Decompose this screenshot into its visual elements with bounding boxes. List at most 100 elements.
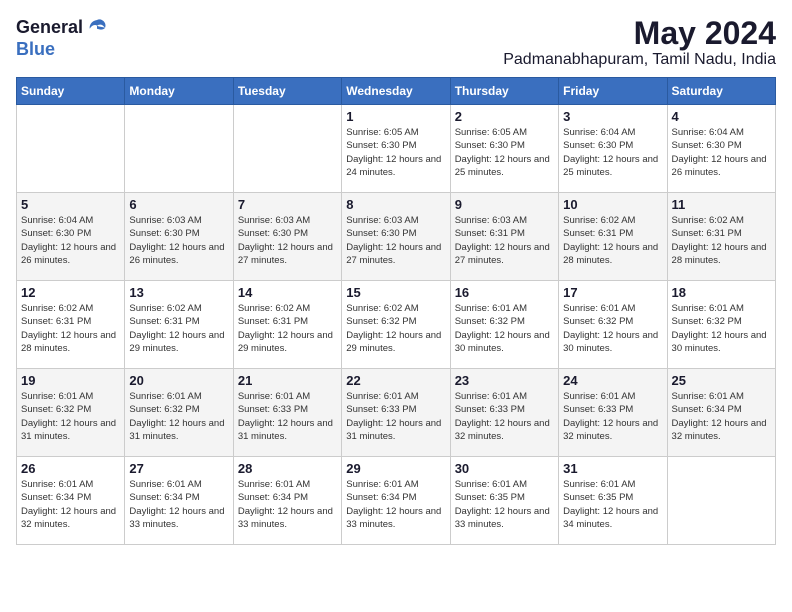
calendar-cell: 26 Sunrise: 6:01 AMSunset: 6:34 PMDaylig… bbox=[17, 457, 125, 545]
day-number: 18 bbox=[672, 285, 771, 300]
calendar-cell: 13 Sunrise: 6:02 AMSunset: 6:31 PMDaylig… bbox=[125, 281, 233, 369]
calendar-cell: 3 Sunrise: 6:04 AMSunset: 6:30 PMDayligh… bbox=[559, 105, 667, 193]
calendar-cell bbox=[17, 105, 125, 193]
day-number: 29 bbox=[346, 461, 445, 476]
day-number: 8 bbox=[346, 197, 445, 212]
calendar-cell: 16 Sunrise: 6:01 AMSunset: 6:32 PMDaylig… bbox=[450, 281, 558, 369]
day-info: Sunrise: 6:02 AMSunset: 6:31 PMDaylight:… bbox=[672, 214, 771, 267]
calendar-cell: 7 Sunrise: 6:03 AMSunset: 6:30 PMDayligh… bbox=[233, 193, 341, 281]
title-block: May 2024 Padmanabhapuram, Tamil Nadu, In… bbox=[503, 16, 776, 69]
day-number: 11 bbox=[672, 197, 771, 212]
day-info: Sunrise: 6:01 AMSunset: 6:33 PMDaylight:… bbox=[238, 390, 337, 443]
day-info: Sunrise: 6:01 AMSunset: 6:34 PMDaylight:… bbox=[672, 390, 771, 443]
day-number: 25 bbox=[672, 373, 771, 388]
page-header: General Blue May 2024 Padmanabhapuram, T… bbox=[16, 16, 776, 69]
calendar-cell: 9 Sunrise: 6:03 AMSunset: 6:31 PMDayligh… bbox=[450, 193, 558, 281]
weekday-header-friday: Friday bbox=[559, 78, 667, 105]
day-number: 24 bbox=[563, 373, 662, 388]
day-number: 23 bbox=[455, 373, 554, 388]
logo: General Blue bbox=[16, 16, 109, 60]
calendar-cell: 8 Sunrise: 6:03 AMSunset: 6:30 PMDayligh… bbox=[342, 193, 450, 281]
day-number: 7 bbox=[238, 197, 337, 212]
day-info: Sunrise: 6:01 AMSunset: 6:34 PMDaylight:… bbox=[346, 478, 445, 531]
day-number: 30 bbox=[455, 461, 554, 476]
day-number: 31 bbox=[563, 461, 662, 476]
calendar-week-row: 19 Sunrise: 6:01 AMSunset: 6:32 PMDaylig… bbox=[17, 369, 776, 457]
weekday-header-row: SundayMondayTuesdayWednesdayThursdayFrid… bbox=[17, 78, 776, 105]
day-number: 17 bbox=[563, 285, 662, 300]
day-info: Sunrise: 6:05 AMSunset: 6:30 PMDaylight:… bbox=[455, 126, 554, 179]
weekday-header-saturday: Saturday bbox=[667, 78, 775, 105]
day-number: 19 bbox=[21, 373, 120, 388]
day-info: Sunrise: 6:01 AMSunset: 6:33 PMDaylight:… bbox=[563, 390, 662, 443]
calendar-cell: 24 Sunrise: 6:01 AMSunset: 6:33 PMDaylig… bbox=[559, 369, 667, 457]
calendar-cell: 1 Sunrise: 6:05 AMSunset: 6:30 PMDayligh… bbox=[342, 105, 450, 193]
day-number: 21 bbox=[238, 373, 337, 388]
day-info: Sunrise: 6:01 AMSunset: 6:34 PMDaylight:… bbox=[238, 478, 337, 531]
day-info: Sunrise: 6:01 AMSunset: 6:35 PMDaylight:… bbox=[563, 478, 662, 531]
day-info: Sunrise: 6:04 AMSunset: 6:30 PMDaylight:… bbox=[672, 126, 771, 179]
day-number: 28 bbox=[238, 461, 337, 476]
day-info: Sunrise: 6:03 AMSunset: 6:30 PMDaylight:… bbox=[238, 214, 337, 267]
day-number: 3 bbox=[563, 109, 662, 124]
calendar-cell: 5 Sunrise: 6:04 AMSunset: 6:30 PMDayligh… bbox=[17, 193, 125, 281]
calendar-cell: 11 Sunrise: 6:02 AMSunset: 6:31 PMDaylig… bbox=[667, 193, 775, 281]
calendar-cell: 20 Sunrise: 6:01 AMSunset: 6:32 PMDaylig… bbox=[125, 369, 233, 457]
calendar-cell: 15 Sunrise: 6:02 AMSunset: 6:32 PMDaylig… bbox=[342, 281, 450, 369]
day-info: Sunrise: 6:03 AMSunset: 6:31 PMDaylight:… bbox=[455, 214, 554, 267]
weekday-header-sunday: Sunday bbox=[17, 78, 125, 105]
day-info: Sunrise: 6:01 AMSunset: 6:33 PMDaylight:… bbox=[346, 390, 445, 443]
day-info: Sunrise: 6:05 AMSunset: 6:30 PMDaylight:… bbox=[346, 126, 445, 179]
month-year-title: May 2024 bbox=[503, 16, 776, 51]
calendar-week-row: 12 Sunrise: 6:02 AMSunset: 6:31 PMDaylig… bbox=[17, 281, 776, 369]
location-subtitle: Padmanabhapuram, Tamil Nadu, India bbox=[503, 51, 776, 69]
day-info: Sunrise: 6:02 AMSunset: 6:31 PMDaylight:… bbox=[21, 302, 120, 355]
day-info: Sunrise: 6:02 AMSunset: 6:31 PMDaylight:… bbox=[238, 302, 337, 355]
calendar-week-row: 26 Sunrise: 6:01 AMSunset: 6:34 PMDaylig… bbox=[17, 457, 776, 545]
calendar-cell: 12 Sunrise: 6:02 AMSunset: 6:31 PMDaylig… bbox=[17, 281, 125, 369]
day-number: 14 bbox=[238, 285, 337, 300]
calendar-cell: 29 Sunrise: 6:01 AMSunset: 6:34 PMDaylig… bbox=[342, 457, 450, 545]
calendar-cell: 25 Sunrise: 6:01 AMSunset: 6:34 PMDaylig… bbox=[667, 369, 775, 457]
day-info: Sunrise: 6:01 AMSunset: 6:32 PMDaylight:… bbox=[129, 390, 228, 443]
day-number: 12 bbox=[21, 285, 120, 300]
calendar-cell: 4 Sunrise: 6:04 AMSunset: 6:30 PMDayligh… bbox=[667, 105, 775, 193]
day-number: 16 bbox=[455, 285, 554, 300]
day-info: Sunrise: 6:01 AMSunset: 6:32 PMDaylight:… bbox=[21, 390, 120, 443]
calendar-cell: 14 Sunrise: 6:02 AMSunset: 6:31 PMDaylig… bbox=[233, 281, 341, 369]
calendar-cell: 19 Sunrise: 6:01 AMSunset: 6:32 PMDaylig… bbox=[17, 369, 125, 457]
day-info: Sunrise: 6:02 AMSunset: 6:31 PMDaylight:… bbox=[563, 214, 662, 267]
calendar-week-row: 1 Sunrise: 6:05 AMSunset: 6:30 PMDayligh… bbox=[17, 105, 776, 193]
day-number: 5 bbox=[21, 197, 120, 212]
day-info: Sunrise: 6:01 AMSunset: 6:32 PMDaylight:… bbox=[672, 302, 771, 355]
calendar-cell: 2 Sunrise: 6:05 AMSunset: 6:30 PMDayligh… bbox=[450, 105, 558, 193]
calendar-cell: 23 Sunrise: 6:01 AMSunset: 6:33 PMDaylig… bbox=[450, 369, 558, 457]
day-info: Sunrise: 6:01 AMSunset: 6:32 PMDaylight:… bbox=[455, 302, 554, 355]
day-number: 1 bbox=[346, 109, 445, 124]
day-number: 2 bbox=[455, 109, 554, 124]
day-info: Sunrise: 6:01 AMSunset: 6:34 PMDaylight:… bbox=[129, 478, 228, 531]
day-number: 20 bbox=[129, 373, 228, 388]
day-number: 13 bbox=[129, 285, 228, 300]
calendar-cell bbox=[667, 457, 775, 545]
day-info: Sunrise: 6:04 AMSunset: 6:30 PMDaylight:… bbox=[21, 214, 120, 267]
calendar-cell: 28 Sunrise: 6:01 AMSunset: 6:34 PMDaylig… bbox=[233, 457, 341, 545]
day-number: 6 bbox=[129, 197, 228, 212]
day-info: Sunrise: 6:01 AMSunset: 6:32 PMDaylight:… bbox=[563, 302, 662, 355]
calendar-cell: 30 Sunrise: 6:01 AMSunset: 6:35 PMDaylig… bbox=[450, 457, 558, 545]
logo-bird-icon bbox=[85, 16, 109, 40]
day-number: 27 bbox=[129, 461, 228, 476]
calendar-cell bbox=[233, 105, 341, 193]
day-info: Sunrise: 6:01 AMSunset: 6:35 PMDaylight:… bbox=[455, 478, 554, 531]
calendar-cell: 17 Sunrise: 6:01 AMSunset: 6:32 PMDaylig… bbox=[559, 281, 667, 369]
calendar-cell: 22 Sunrise: 6:01 AMSunset: 6:33 PMDaylig… bbox=[342, 369, 450, 457]
day-number: 4 bbox=[672, 109, 771, 124]
weekday-header-thursday: Thursday bbox=[450, 78, 558, 105]
weekday-header-wednesday: Wednesday bbox=[342, 78, 450, 105]
logo-blue-text: Blue bbox=[16, 40, 109, 60]
day-info: Sunrise: 6:03 AMSunset: 6:30 PMDaylight:… bbox=[346, 214, 445, 267]
calendar-cell: 21 Sunrise: 6:01 AMSunset: 6:33 PMDaylig… bbox=[233, 369, 341, 457]
day-number: 9 bbox=[455, 197, 554, 212]
day-number: 10 bbox=[563, 197, 662, 212]
day-info: Sunrise: 6:02 AMSunset: 6:31 PMDaylight:… bbox=[129, 302, 228, 355]
